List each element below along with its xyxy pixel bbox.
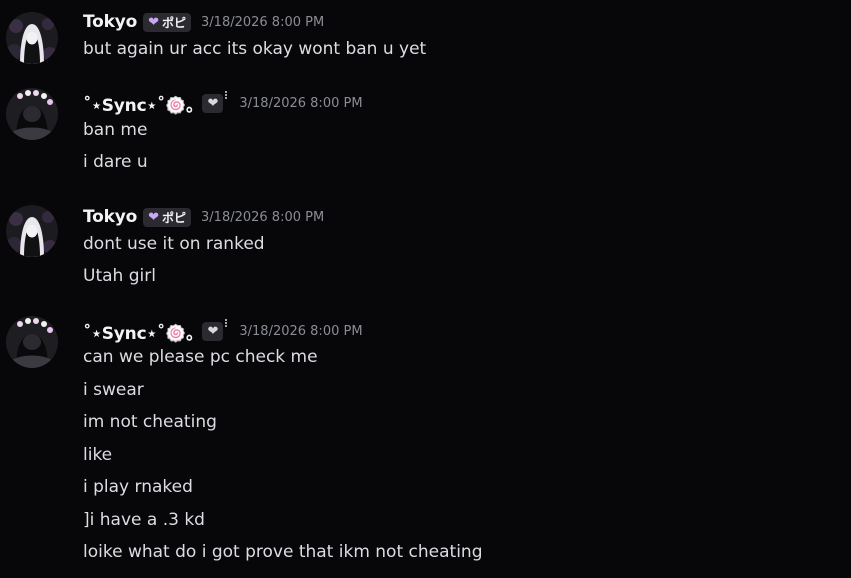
message-header: Tokyo ❤ ポピ 3/18/2026 8:00 PM [83,206,324,228]
message-text: i play rnaked [83,477,193,497]
message-text: dont use it on ranked [83,234,265,254]
guild-tag[interactable]: ❤ [202,93,224,113]
heart-icon: ❤ [148,209,159,225]
message-text: like [83,445,113,465]
more-icon [225,318,229,332]
message-text: i dare u [83,152,148,172]
username[interactable]: Tokyo [83,12,137,32]
message-header: ˚⋆Sync⋆˚🍥｡ ❤ 3/18/2026 8:00 PM [83,318,363,344]
username[interactable]: ˚⋆Sync⋆˚🍥｡ [83,319,195,344]
heart-icon: ❤ [148,14,159,30]
heart-icon: ❤ [207,323,219,339]
message-header: Tokyo ❤ ポピ 3/18/2026 8:00 PM [83,11,324,33]
username[interactable]: Tokyo [83,207,137,227]
message-text: but again ur acc its okay wont ban u yet [83,39,427,59]
message-text: i swear [83,380,144,400]
timestamp[interactable]: 3/18/2026 8:00 PM [201,15,324,30]
guild-tag[interactable]: ❤ [202,321,224,341]
message-text: loike what do i got prove that ikm not c… [83,542,483,562]
message-text: ban me [83,120,148,140]
timestamp[interactable]: 3/18/2026 8:00 PM [239,96,362,111]
guild-tag-label: ポピ [162,15,187,30]
guild-tag[interactable]: ❤ ポピ [143,207,192,227]
username[interactable]: ˚⋆Sync⋆˚🍥｡ [83,91,195,116]
guild-tag[interactable]: ❤ ポピ [143,12,192,32]
message-text: im not cheating [83,412,217,432]
avatar[interactable] [6,88,58,140]
avatar[interactable] [6,316,58,368]
heart-icon: ❤ [207,95,219,111]
timestamp[interactable]: 3/18/2026 8:00 PM [239,324,362,339]
message-text: Utah girl [83,266,156,286]
timestamp[interactable]: 3/18/2026 8:00 PM [201,210,324,225]
guild-tag-label: ポピ [162,210,187,225]
more-icon [225,90,229,104]
message-header: ˚⋆Sync⋆˚🍥｡ ❤ 3/18/2026 8:00 PM [83,90,363,116]
avatar[interactable] [6,205,58,257]
message-text: ]i have a .3 kd [83,510,205,530]
avatar[interactable] [6,12,58,64]
message-text: can we please pc check me [83,347,318,367]
